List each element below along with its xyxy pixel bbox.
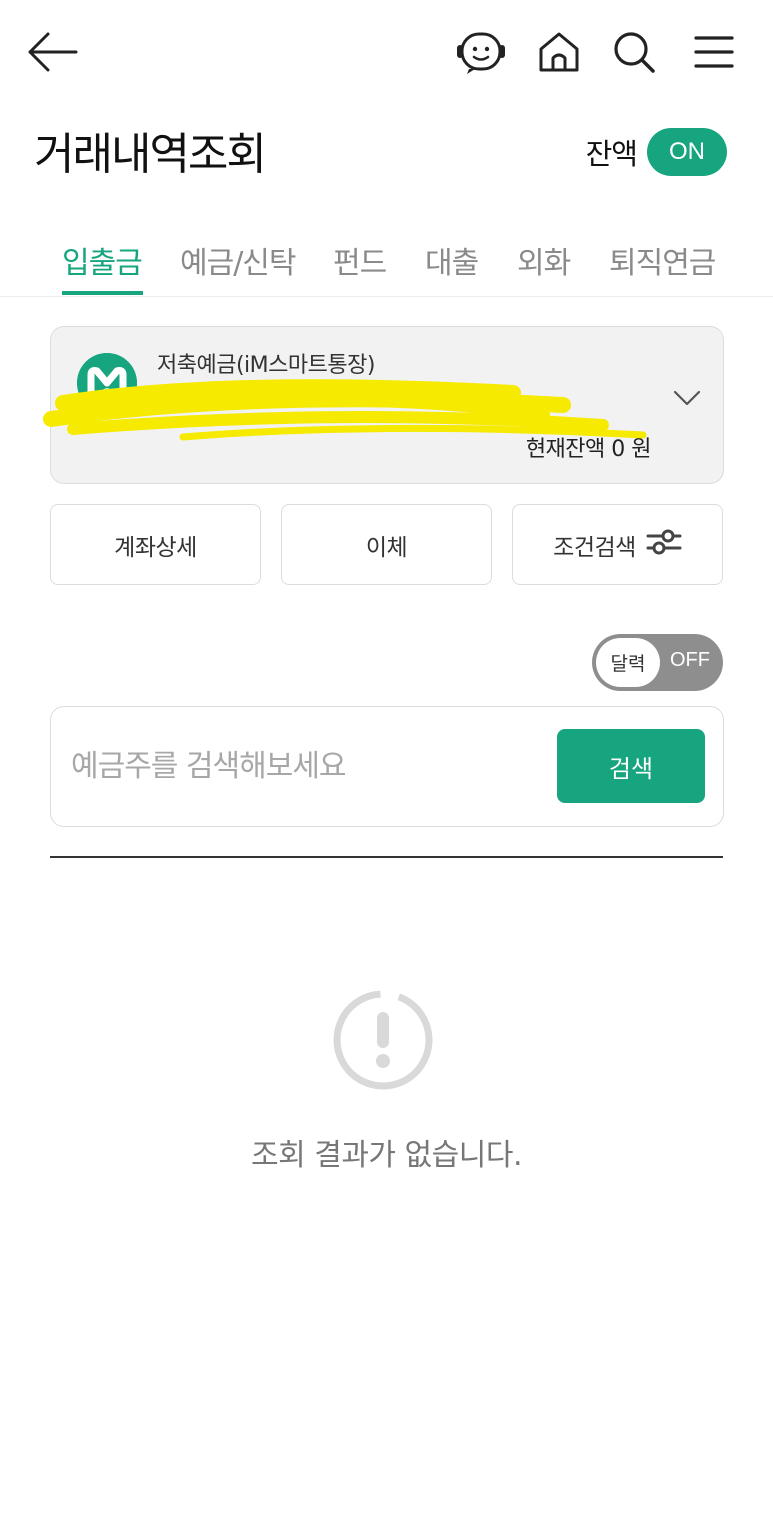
menu-icon xyxy=(694,34,734,74)
tab-savings-trust[interactable]: 예금/신탁 xyxy=(180,238,297,282)
menu-button[interactable] xyxy=(688,28,740,80)
back-arrow-icon xyxy=(26,30,78,78)
search-icon xyxy=(611,29,657,79)
page-title: 거래내역조회 xyxy=(34,129,267,180)
chevron-down-icon xyxy=(673,389,701,411)
account-detail-label: 계좌상세 xyxy=(114,534,197,561)
balance-toggle-switch[interactable]: ON xyxy=(647,128,727,176)
tab-retirement-pension[interactable]: 퇴직연금 xyxy=(609,238,716,282)
home-icon xyxy=(536,29,582,79)
active-tab-indicator xyxy=(62,291,143,295)
condition-search-label: 조건검색 xyxy=(553,534,636,561)
tab-loan[interactable]: 대출 xyxy=(425,238,479,282)
home-button[interactable] xyxy=(533,28,585,80)
calendar-toggle-state: OFF xyxy=(670,649,710,671)
condition-search-button[interactable]: 조건검색 xyxy=(512,504,723,585)
results-divider xyxy=(50,856,723,858)
empty-state-message: 조회 결과가 없습니다. xyxy=(250,1138,523,1173)
calendar-toggle[interactable]: 달력 OFF xyxy=(592,634,723,691)
chatbot-icon xyxy=(455,29,507,79)
tab-fund[interactable]: 펀드 xyxy=(333,238,387,282)
tab-bar: 입출금 예금/신탁 펀드 대출 외화 퇴직연금 xyxy=(0,230,773,297)
balance-label: 잔액 xyxy=(585,137,638,171)
account-holder-search-input[interactable] xyxy=(69,735,543,797)
alert-circle-icon xyxy=(331,988,435,1092)
account-detail-button[interactable]: 계좌상세 xyxy=(50,504,261,585)
transfer-label: 이체 xyxy=(365,534,408,561)
back-button[interactable] xyxy=(26,28,78,80)
search-submit-button[interactable]: 검색 xyxy=(557,729,705,803)
search-panel: 검색 xyxy=(50,706,724,827)
account-selector[interactable]: 저축예금(iM스마트통장) 현재잔액 0 원 xyxy=(43,326,724,484)
transfer-button[interactable]: 이체 xyxy=(281,504,492,585)
tab-deposit-withdrawal[interactable]: 입출금 xyxy=(62,238,143,282)
calendar-toggle-label: 달력 xyxy=(596,638,660,687)
chatbot-button[interactable] xyxy=(455,28,507,80)
current-balance: 현재잔액 0 원 xyxy=(525,437,652,462)
sliders-icon xyxy=(646,528,682,562)
tab-foreign-currency[interactable]: 외화 xyxy=(517,238,571,282)
balance-toggle[interactable]: 잔액 ON xyxy=(586,128,727,176)
search-button[interactable] xyxy=(608,28,660,80)
